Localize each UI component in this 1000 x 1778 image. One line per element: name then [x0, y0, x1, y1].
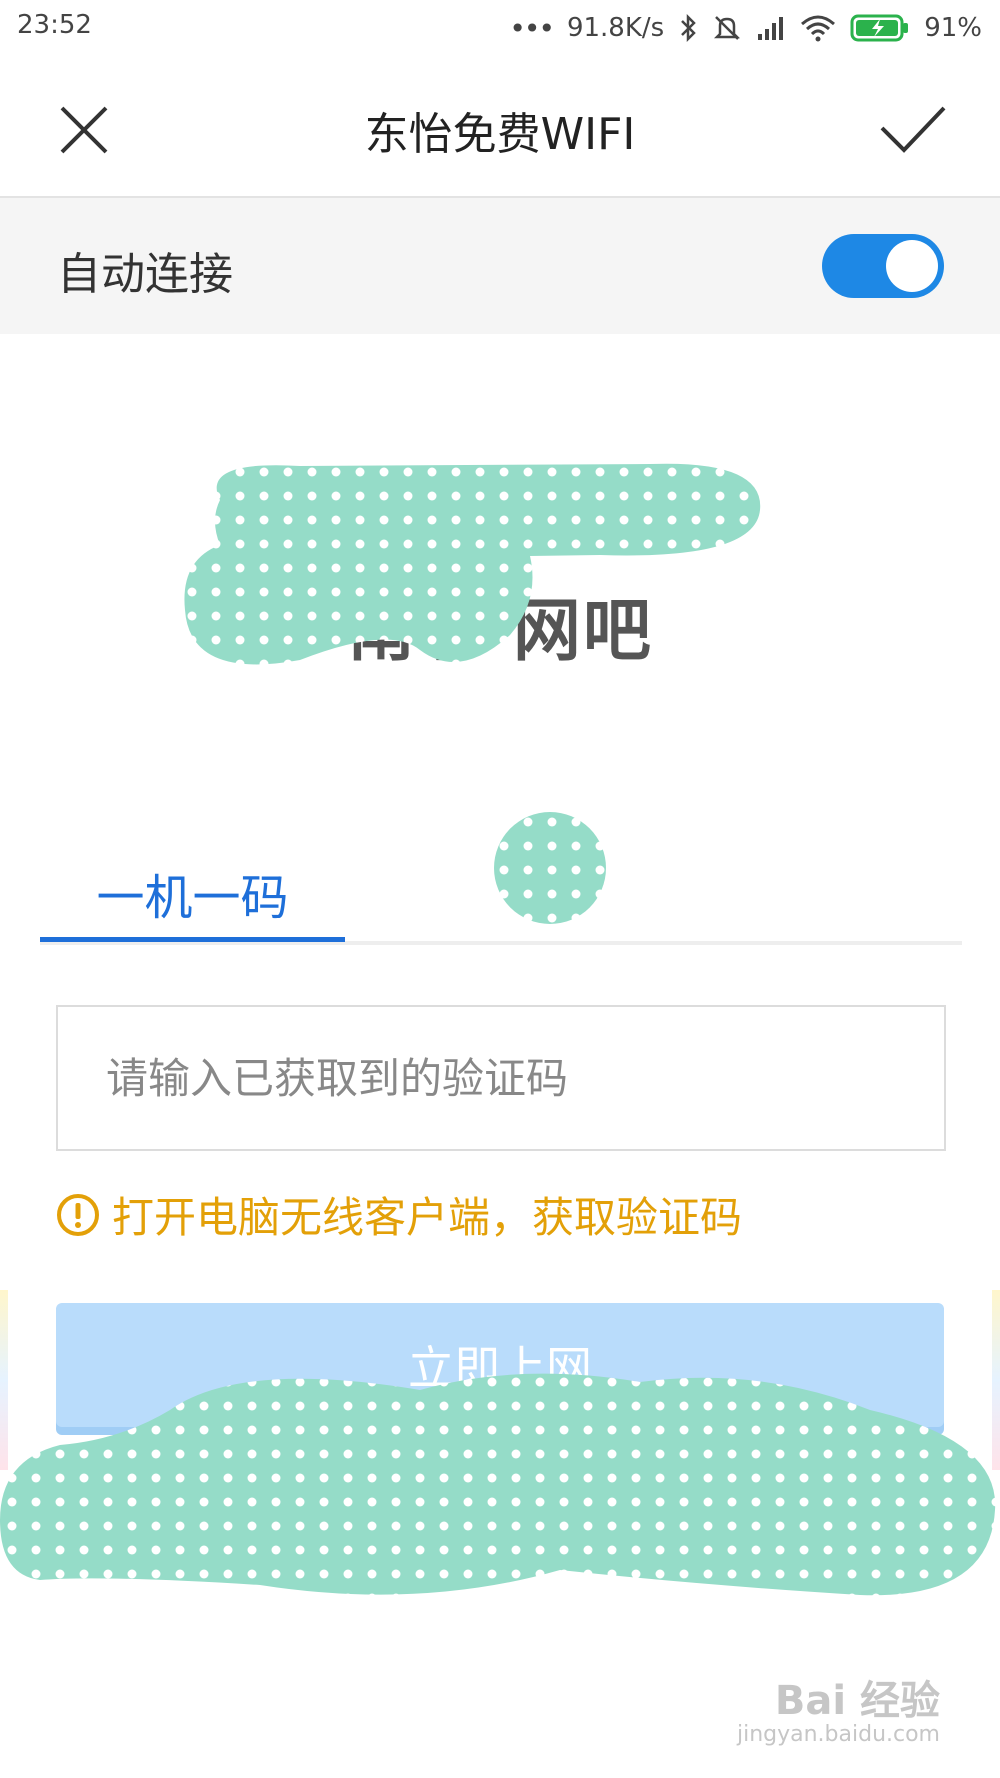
network-speed: 91.8K/s [566, 13, 665, 43]
hint-text: 打开电脑无线客户端，获取验证码 [112, 1193, 743, 1242]
watermark: Bai 经验 jingyan.baidu.com [737, 1668, 940, 1747]
tab-one-device-one-code[interactable]: 一机一码 [40, 858, 345, 938]
more-dots-icon: ••• [509, 11, 555, 45]
checkmark-icon [880, 106, 946, 153]
wifi-icon [801, 15, 836, 42]
status-bar: 23:52 ••• 91.8K/s 91% [0, 0, 1000, 60]
battery-percent: 91% [924, 13, 982, 43]
page-title: 东怡免费WIFI [364, 109, 636, 160]
bluetooth-icon [681, 13, 696, 43]
redaction-blob-bottom [0, 1373, 996, 1596]
auto-connect-toggle[interactable] [822, 234, 944, 298]
watermark-brand: Bai 经验 [774, 1678, 940, 1724]
signal-icon [758, 17, 784, 40]
redaction-blob-tab [494, 812, 606, 924]
hint-row: 打开电脑无线客户端，获取验证码 [56, 1184, 742, 1245]
mute-icon [714, 16, 741, 40]
battery-charging-icon [850, 14, 909, 42]
status-time: 23:52 [17, 10, 92, 40]
confirm-button[interactable] [876, 98, 950, 162]
warning-icon [57, 1193, 99, 1236]
title-bar: 东怡免费WIFI [0, 60, 1000, 198]
toggle-knob [886, 240, 938, 292]
watermark-url: jingyan.baidu.com [736, 1722, 940, 1747]
redaction-blob-venue [184, 463, 761, 665]
verification-code-input[interactable] [56, 1005, 946, 1151]
status-icons: ••• 91.8K/s 91% [509, 10, 982, 46]
auto-connect-row: 自动连接 [0, 198, 1000, 334]
tab-active-indicator [40, 937, 345, 942]
auto-connect-label: 自动连接 [57, 249, 233, 300]
